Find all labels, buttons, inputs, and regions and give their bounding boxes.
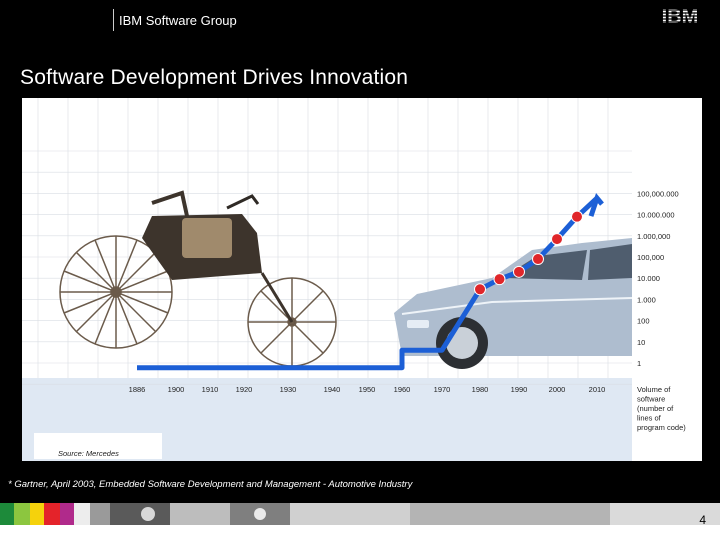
data-point-marker <box>474 283 486 296</box>
x-tick-label: 2010 <box>589 385 606 394</box>
y-axis-title-line: (number of <box>637 404 674 413</box>
chart-panel: 1886 1900 1910 1920 1930 1940 1950 1960 1970 1980… <box>22 98 702 461</box>
x-tick-label: 1960 <box>394 385 411 394</box>
x-tick-label: 1980 <box>472 385 489 394</box>
x-tick-label: 1950 <box>359 385 376 394</box>
y-tick-label: 10.000.000 <box>637 211 675 220</box>
footer-image-strip <box>0 503 720 540</box>
data-point-marker <box>513 265 525 278</box>
x-tick-label: 1900 <box>168 385 185 394</box>
x-tick-label: 1886 <box>129 385 146 394</box>
y-tick-label: 1 <box>637 359 641 368</box>
y-tick-label: 100 <box>637 317 650 326</box>
header-group-label: IBM Software Group <box>119 13 237 28</box>
x-tick-label: 1990 <box>511 385 528 394</box>
slide-title: Software Development Drives Innovation <box>20 66 409 89</box>
vintage-car-seat <box>182 218 232 258</box>
x-tick-label: 2000 <box>549 385 566 394</box>
source-label: Source: Mercedes <box>58 449 119 458</box>
footer-tile-green <box>0 503 14 525</box>
y-tick-label: 1.000,000 <box>637 232 670 241</box>
y-tick-label: 1.000 <box>637 295 656 304</box>
y-tick-label: 100,000.000 <box>637 189 679 198</box>
x-tick-label: 1970 <box>434 385 451 394</box>
x-tick-label: 1910 <box>202 385 219 394</box>
data-point-marker <box>551 233 563 246</box>
y-tick-label: 10 <box>637 338 645 347</box>
footnote: * Gartner, April 2003, Embedded Software… <box>8 479 413 490</box>
x-tick-label: 1930 <box>280 385 297 394</box>
header-separator <box>113 9 114 31</box>
y-tick-label: 10.000 <box>637 274 660 283</box>
y-tick-label: 100,000 <box>637 253 664 262</box>
y-axis-title-line: software <box>637 395 665 404</box>
ibm-logo-text: IBM <box>662 6 699 28</box>
ibm-logo: IBM <box>654 6 706 28</box>
data-point-marker <box>571 210 583 223</box>
header-bar: IBM Software Group IBM <box>0 0 720 36</box>
footer-tile-red <box>44 503 60 525</box>
y-axis-title-line: lines of <box>637 414 662 423</box>
software-volume-chart: 1886 1900 1910 1920 1930 1940 1950 1960 1970 1980… <box>22 98 702 461</box>
footer-tile-yellow <box>30 503 44 525</box>
x-tick-label: 1940 <box>324 385 341 394</box>
data-point-marker <box>532 253 544 266</box>
page-number: 4 <box>699 513 706 527</box>
data-point-marker <box>493 273 506 286</box>
y-axis-title-line: Volume of <box>637 385 671 394</box>
y-axis-title-line: program code) <box>637 423 686 432</box>
x-tick-label: 1920 <box>236 385 253 394</box>
